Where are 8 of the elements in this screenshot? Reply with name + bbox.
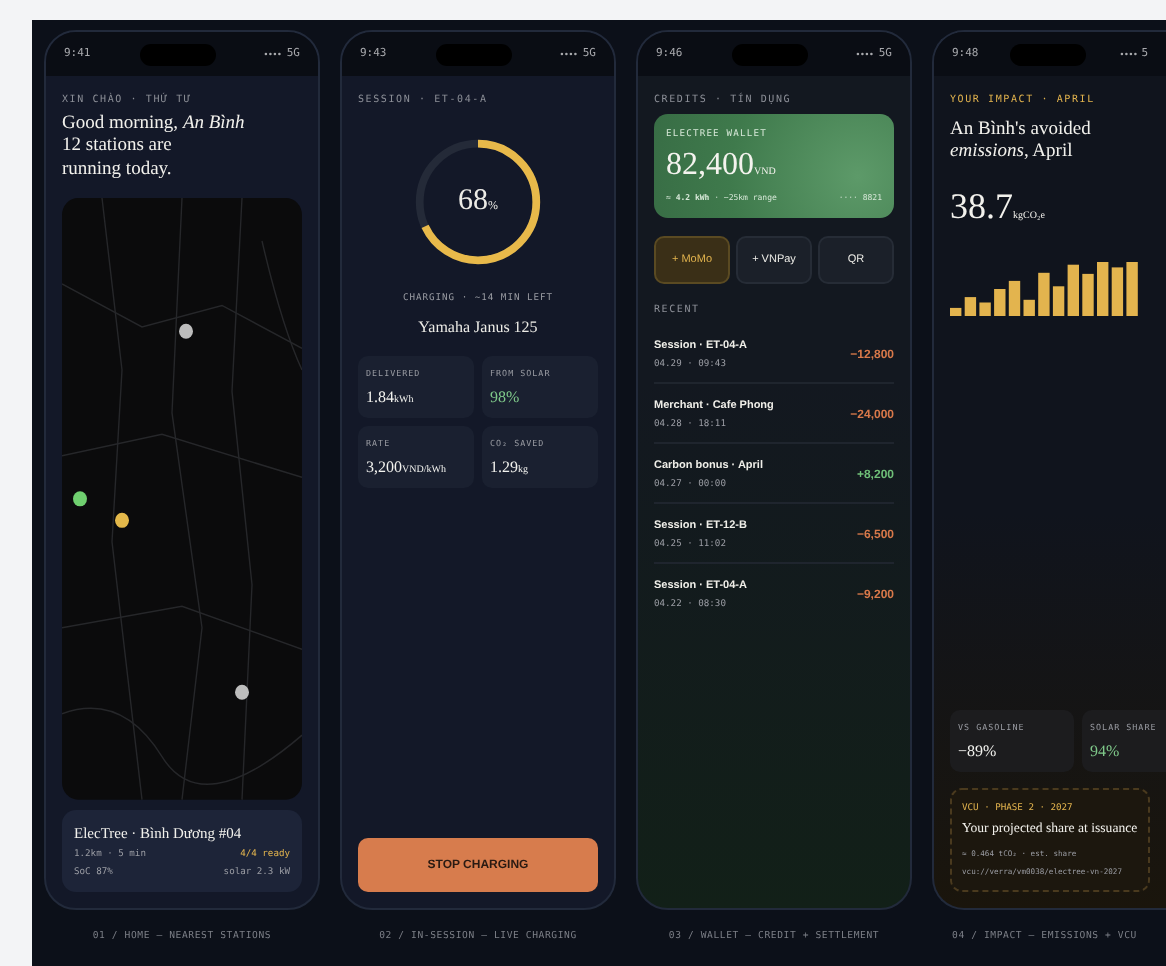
- greeting-subtitle: 12 stations are running today.: [62, 136, 174, 183]
- stat-value: 94%: [1090, 742, 1122, 761]
- greeting-heading: Good morning, An Bình: [62, 114, 247, 137]
- vehicle-name: Yamaha Janus 125: [416, 318, 540, 336]
- impact-heading: An Bình's avoided emissions, April: [950, 120, 1093, 166]
- stat-value: 98%: [490, 388, 522, 406]
- charge-ring: [410, 134, 546, 270]
- stat-value: −89%: [958, 742, 999, 761]
